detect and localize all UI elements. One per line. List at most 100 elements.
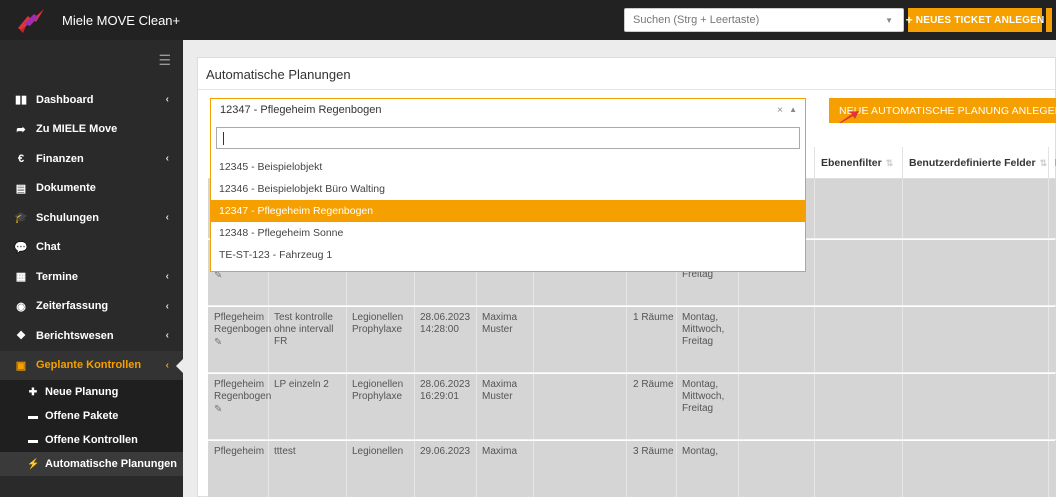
sidebar-item[interactable]: 🎓 Schulungen ‹ bbox=[0, 203, 183, 233]
cell-text: Legionellen Prophylaxe bbox=[352, 312, 404, 335]
cell-user: Maxima Muster bbox=[482, 312, 532, 336]
brand[interactable]: Miele MOVE Clean+ bbox=[0, 0, 183, 40]
column-divider bbox=[476, 441, 477, 497]
sidebar-item[interactable]: ▮▮ Dashboard ‹ bbox=[0, 85, 183, 115]
column-divider bbox=[476, 307, 477, 372]
sidebar-item-label: Zeiterfassung bbox=[36, 300, 109, 313]
column-header[interactable]: Fi bbox=[1048, 147, 1056, 179]
sidebar-item[interactable]: ❖ Berichtswesen ‹ bbox=[0, 321, 183, 351]
cell-date: 29.06.2023 bbox=[420, 446, 476, 458]
top-bar: Miele MOVE Clean+ Suchen (Strg + Leertas… bbox=[0, 0, 1056, 40]
sidebar-item[interactable]: ▤ Dokumente bbox=[0, 174, 183, 204]
clear-icon[interactable]: × bbox=[777, 105, 783, 116]
sidebar-subitem[interactable]: ▬ Offene Pakete bbox=[0, 404, 183, 428]
table-row[interactable]: Pflegeheim tttest Legionellen 29.06.2023 Max… bbox=[208, 441, 1056, 497]
object-select-dropdown: 12345 - Beispielobjekt 12346 - Beispielob… bbox=[210, 121, 806, 272]
sidebar-subitem[interactable]: ⚡ Automatische Planungen bbox=[0, 452, 183, 476]
new-ticket-button[interactable]: + NEUES TICKET ANLEGEN bbox=[906, 8, 1044, 32]
chevron-left-icon: ‹ bbox=[165, 212, 169, 223]
column-header[interactable]: Benutzerdefinierte Felder ⇅ bbox=[902, 147, 1047, 179]
cell-text: Montag, Mittwoch, Freitag bbox=[682, 379, 725, 414]
cell-text: Montag, bbox=[682, 446, 719, 457]
chevron-up-icon[interactable]: ▲ bbox=[789, 105, 797, 114]
cell-rooms: 3 Räume bbox=[633, 446, 675, 458]
list-icon: ▬ bbox=[28, 434, 38, 446]
chevron-left-icon: ‹ bbox=[165, 359, 169, 371]
column-header[interactable]: Ebenenfilter ⇅ bbox=[814, 147, 902, 179]
cell-text: Legionellen bbox=[352, 446, 404, 457]
column-divider bbox=[346, 441, 347, 497]
cell-text: Pflegeheim bbox=[214, 446, 265, 457]
sort-icon: ⇅ bbox=[1039, 157, 1048, 168]
topbar-edge-button[interactable] bbox=[1046, 8, 1052, 32]
share-arrow-icon: ➦ bbox=[16, 123, 26, 136]
sidebar-item-label: Schulungen bbox=[36, 211, 99, 224]
dropdown-option[interactable]: 12346 - Beispielobjekt Büro Walting bbox=[211, 178, 805, 200]
dropdown-search-input[interactable] bbox=[216, 127, 800, 149]
object-select[interactable]: 12347 - Pflegeheim Regenbogen × ▲ bbox=[210, 98, 806, 122]
sidebar-item[interactable]: 💬 Chat bbox=[0, 233, 183, 263]
chevron-left-icon: ‹ bbox=[165, 300, 169, 312]
chevron-left-icon: ‹ bbox=[165, 330, 169, 341]
column-divider bbox=[533, 307, 534, 372]
cell-text: 29.06.2023 bbox=[420, 446, 471, 457]
cell-text: 28.06.2023 14:28:00 bbox=[420, 312, 471, 335]
cell-name: LP einzeln 2 bbox=[274, 379, 344, 391]
column-divider bbox=[814, 240, 815, 305]
column-divider bbox=[902, 441, 903, 497]
cell-text: Legionellen Prophylaxe bbox=[352, 379, 404, 402]
new-automatic-plan-button[interactable]: NEUE AUTOMATISCHE PLANUNG ANLEGEN bbox=[829, 98, 1056, 123]
column-divider bbox=[268, 374, 269, 439]
dropdown-options: 12345 - Beispielobjekt 12346 - Beispielob… bbox=[211, 156, 805, 266]
text-cursor bbox=[223, 132, 224, 145]
global-search-input[interactable]: Suchen (Strg + Leertaste) ▼ bbox=[624, 8, 904, 32]
cell-type: Legionellen Prophylaxe bbox=[352, 379, 414, 403]
cell-days: Montag, Mittwoch, Freitag bbox=[682, 379, 737, 415]
sidebar-item[interactable]: ◉ Zeiterfassung ‹ bbox=[0, 292, 183, 322]
column-divider bbox=[738, 307, 739, 372]
dropdown-option[interactable]: 12347 - Pflegeheim Regenbogen bbox=[211, 200, 805, 222]
column-divider bbox=[738, 441, 739, 497]
chat-icon: 💬 bbox=[14, 241, 28, 254]
edit-icon[interactable]: ✎ bbox=[214, 404, 266, 416]
plus-circle-icon: ✚ bbox=[28, 386, 38, 398]
cell-user: Maxima Muster bbox=[482, 379, 532, 403]
dropdown-option[interactable]: TE-ST-123 - Fahrzeug 1 bbox=[211, 244, 805, 266]
column-divider bbox=[346, 374, 347, 439]
sidebar-item-label: Chat bbox=[36, 241, 61, 254]
sidebar-item-label: Dashboard bbox=[36, 93, 94, 106]
sidebar-item[interactable]: ▦ Termine ‹ bbox=[0, 262, 183, 292]
column-divider bbox=[1048, 179, 1049, 238]
cell-type: Legionellen bbox=[352, 446, 414, 458]
sidebar-item-label: Geplante Kontrollen bbox=[36, 359, 142, 372]
sidebar-item[interactable]: € Finanzen ‹ bbox=[0, 144, 183, 174]
title-divider bbox=[198, 89, 1055, 90]
cell-text: 28.06.2023 16:29:01 bbox=[420, 379, 471, 402]
column-divider bbox=[676, 307, 677, 372]
document-icon: ▤ bbox=[15, 182, 27, 195]
dropdown-option[interactable]: 12345 - Beispielobjekt bbox=[211, 156, 805, 178]
column-divider bbox=[1048, 307, 1049, 372]
table-row[interactable]: Pflegeheim Regenbogen ✎ Test kontrolle ohn… bbox=[208, 307, 1056, 373]
column-divider bbox=[738, 374, 739, 439]
column-divider bbox=[414, 441, 415, 497]
column-divider bbox=[268, 441, 269, 497]
cell-text: tttest bbox=[274, 446, 296, 457]
column-divider bbox=[902, 307, 903, 372]
column-divider bbox=[902, 179, 903, 238]
sidebar-subitem[interactable]: ✚ Neue Planung bbox=[0, 380, 183, 404]
list-icon: ▬ bbox=[28, 410, 38, 422]
cell-text: Maxima Muster bbox=[482, 379, 518, 402]
column-divider bbox=[814, 441, 815, 497]
sidebar-subitem[interactable]: ▬ Offene Kontrollen bbox=[0, 428, 183, 452]
dropdown-option[interactable]: 12348 - Pflegeheim Sonne bbox=[211, 222, 805, 244]
hamburger-menu-icon[interactable]: ☰ bbox=[158, 52, 171, 69]
sidebar-item[interactable]: ▣ Geplante Kontrollen ‹ bbox=[0, 350, 184, 380]
edit-icon[interactable]: ✎ bbox=[214, 337, 266, 349]
cell-rooms: 2 Räume bbox=[633, 379, 675, 391]
sidebar-submenu: ✚ Neue Planung ▬ Offene Pakete ▬ Offene Kontr… bbox=[0, 380, 183, 476]
table-row[interactable]: Pflegeheim Regenbogen ✎ LP einzeln 2 Legion… bbox=[208, 374, 1056, 440]
sidebar-subitem-label: Offene Pakete bbox=[45, 410, 119, 422]
euro-icon: € bbox=[17, 152, 25, 165]
sidebar-item[interactable]: ➦ Zu MIELE Move bbox=[0, 115, 183, 145]
